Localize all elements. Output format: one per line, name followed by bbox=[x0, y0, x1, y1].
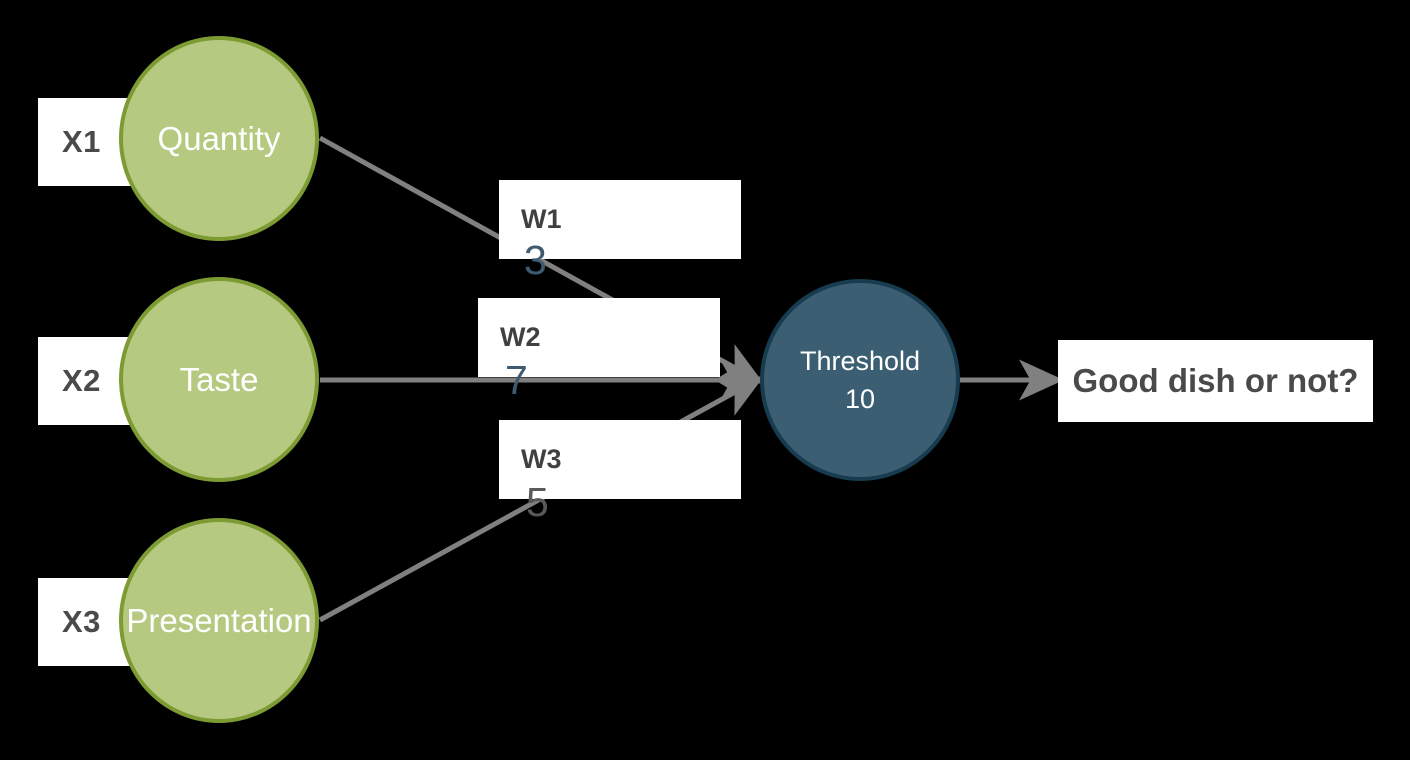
weight-label-w2: W2 bbox=[500, 322, 541, 352]
input-node-presentation[interactable]: Presentation bbox=[119, 518, 319, 723]
input-node-taste-label: Taste bbox=[179, 360, 259, 398]
weight-label-w3: W3 bbox=[521, 444, 562, 474]
input-label-x1: X1 bbox=[62, 124, 101, 159]
threshold-node[interactable]: Threshold 10 bbox=[760, 279, 960, 481]
threshold-value: 10 bbox=[844, 384, 876, 414]
input-node-taste[interactable]: Taste bbox=[119, 277, 319, 482]
input-label-x2: X2 bbox=[62, 363, 101, 398]
threshold-label: Threshold bbox=[799, 345, 921, 376]
weight-value-w3: 5 bbox=[526, 479, 549, 525]
weight-label-w1: W1 bbox=[521, 204, 562, 234]
input-label-x3: X3 bbox=[62, 604, 101, 639]
output-box: Good dish or not? bbox=[1058, 340, 1373, 422]
input-node-quantity[interactable]: Quantity bbox=[119, 36, 319, 241]
input-node-quantity-label: Quantity bbox=[157, 119, 281, 157]
output-label: Good dish or not? bbox=[1072, 362, 1359, 399]
diagram-canvas: X1 X2 X3 Quantity Taste Presentation W1 … bbox=[0, 0, 1410, 760]
weight-value-w2: 7 bbox=[505, 357, 528, 403]
weight-value-w1: 3 bbox=[524, 237, 547, 283]
input-node-presentation-label: Presentation bbox=[126, 601, 312, 639]
